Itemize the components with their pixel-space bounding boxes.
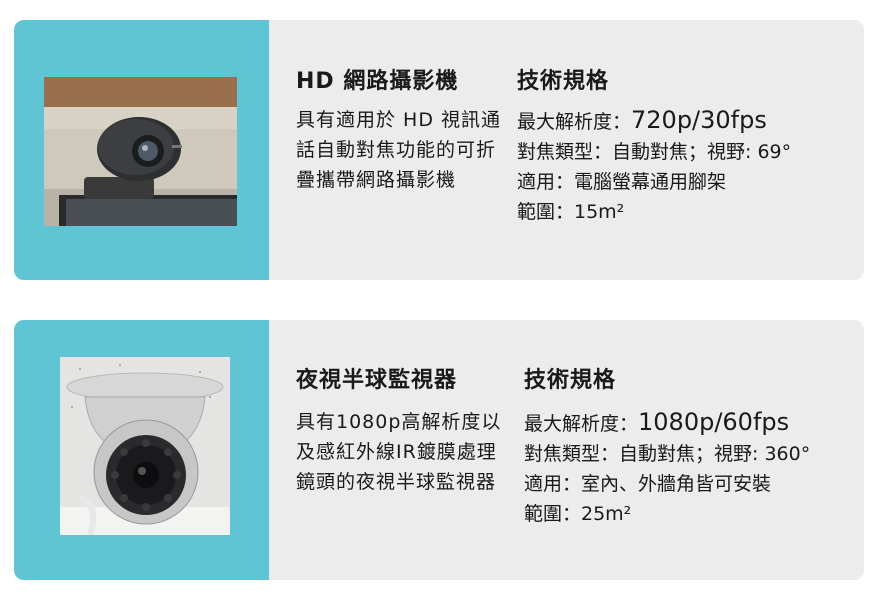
- product-card-dome-camera: 夜視半球監視器 技術規格 具有1080p高解析度以及感紅外線IR鍍膜處理鏡頭的夜…: [14, 320, 864, 580]
- spec-resolution: 最大解析度：720p/30fps: [517, 105, 791, 137]
- product-description: 具有適用於 HD 視訊通話自動對焦功能的可折疊攜帶網路攝影機: [296, 109, 501, 191]
- spec-range: 範圍：25m²: [524, 503, 632, 525]
- webcam-photo: [44, 77, 237, 226]
- spec-usage: 適用：電腦螢幕通用腳架: [517, 171, 727, 193]
- spec-resolution-value: 720p/30fps: [631, 106, 767, 134]
- dome-camera-photo: [60, 357, 230, 535]
- spec-focus: 對焦類型：自動對焦；視野: 69°: [517, 141, 792, 163]
- product-description: 具有1080p高解析度以及感紅外線IR鍍膜處理鏡頭的夜視半球監視器: [296, 411, 502, 493]
- spec-heading: 技術規格: [524, 368, 617, 393]
- spec-resolution-label: 最大解析度：: [517, 111, 632, 133]
- product-card-webcam: HD 網路攝影機 技術規格 具有適用於 HD 視訊通話自動對焦功能的可折疊攜帶網…: [14, 20, 864, 280]
- spec-focus: 對焦類型：自動對焦；視野: 360°: [524, 443, 811, 465]
- product-title: HD 網路攝影機: [296, 69, 459, 94]
- spec-heading: 技術規格: [517, 69, 610, 94]
- spec-range: 範圍：15m²: [517, 201, 625, 223]
- spec-list: 最大解析度：720p/30fps 對焦類型：自動對焦；視野: 69° 適用：電腦…: [517, 105, 791, 227]
- spec-resolution-label: 最大解析度：: [524, 413, 639, 435]
- spec-usage: 適用：室內、外牆角皆可安裝: [524, 473, 772, 495]
- product-title: 夜視半球監視器: [296, 368, 458, 393]
- spec-list: 最大解析度：1080p/60fps 對焦類型：自動對焦；視野: 360° 適用：…: [524, 407, 810, 529]
- spec-resolution-value: 1080p/60fps: [638, 408, 790, 436]
- spec-resolution: 最大解析度：1080p/60fps: [524, 407, 810, 439]
